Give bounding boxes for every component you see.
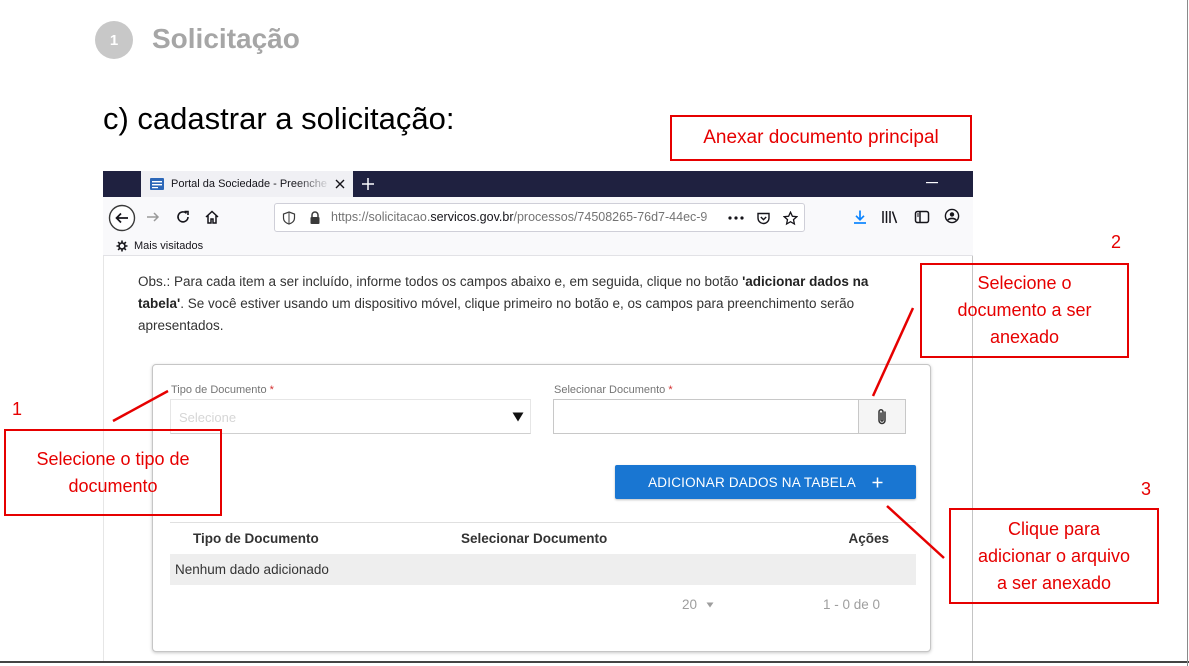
callout-3-line-1: Clique para	[1007, 518, 1101, 539]
callout-1-line-1: Selecione o tipo de	[36, 448, 190, 469]
url-text[interactable]: https://solicitacao.servicos.gov.br/proc…	[331, 210, 727, 225]
page-size-value: 20	[682, 597, 698, 612]
gear-icon[interactable]	[116, 240, 128, 252]
lock-icon[interactable]	[309, 211, 321, 225]
pocket-icon[interactable]	[756, 211, 771, 226]
column-header-actions: Ações	[848, 531, 889, 546]
callout-2-line-2: documento a ser	[957, 300, 1092, 320]
column-header-select-document: Selecionar Documento	[461, 531, 608, 546]
annotation-marker-1: 1	[12, 399, 23, 419]
slide-bottom-edge	[0, 661, 1189, 663]
table-row: Nenhum dado adicionado	[170, 554, 916, 585]
annotation-marker-2: 2	[1111, 232, 1122, 252]
bookmark-mais-visitados[interactable]: Mais visitados	[134, 239, 203, 253]
document-form-card: Tipo de Documento * Selecione Selecionar…	[152, 364, 931, 652]
step-number: 1	[109, 31, 119, 49]
web-page: Obs.: Para cada item a ser incluído, inf…	[103, 256, 973, 662]
callout-1-line-2: documento	[68, 475, 158, 496]
note-suffix: . Se você estiver usando um dispositivo …	[138, 296, 855, 333]
browser-tab-active[interactable]: Portal da Sociedade - Preenche	[141, 171, 353, 197]
slide-heading: c) cadastrar a solicitação:	[103, 101, 455, 136]
documents-table: Tipo de Documento Selecionar Documento A…	[170, 522, 916, 585]
url-scheme-subdomain: https://solicitacao.	[331, 210, 431, 224]
attach-file-button[interactable]	[859, 399, 906, 434]
slide-right-edge	[1187, 0, 1188, 666]
plus-icon	[872, 477, 883, 487]
address-bar[interactable]: https://solicitacao.servicos.gov.br/proc…	[274, 203, 805, 232]
bookmarks-bar: Mais visitados	[103, 236, 973, 256]
required-mark: *	[668, 384, 673, 396]
close-tab-icon[interactable]	[334, 178, 346, 190]
callout-2-line-1: Selecione o	[977, 273, 1072, 293]
back-icon[interactable]	[108, 204, 136, 232]
url-domain: servicos.gov.br	[430, 210, 514, 224]
annotation-main-document-label: Anexar documento principal	[703, 127, 939, 148]
caret-down-icon	[706, 602, 714, 608]
annotation-main-document: Anexar documento principal	[670, 115, 972, 161]
star-icon[interactable]	[783, 211, 798, 226]
paperclip-icon	[878, 408, 886, 424]
shield-icon[interactable]	[282, 211, 296, 225]
account-icon[interactable]	[944, 208, 960, 224]
url-path: /processos/74508265-76d7-44ec-9	[513, 210, 708, 224]
forward-icon[interactable]	[145, 209, 161, 225]
step-badge: 1	[95, 21, 133, 59]
browser-window: Portal da Sociedade - Preenche https://s…	[103, 171, 973, 662]
required-mark: *	[269, 384, 274, 396]
empty-table-message: Nenhum dado adicionado	[175, 562, 329, 577]
annotation-callout-3: Clique para adicionar o arquivo a ser an…	[949, 508, 1159, 604]
annotation-callout-1: Selecione o tipo de documento	[4, 429, 222, 516]
new-tab-icon[interactable]	[361, 177, 375, 191]
annotation-marker-3: 3	[1141, 479, 1152, 499]
document-type-label: Tipo de Documento *	[171, 384, 274, 397]
browser-toolbar: https://solicitacao.servicos.gov.br/proc…	[103, 197, 973, 236]
library-icon[interactable]	[881, 209, 898, 225]
download-icon[interactable]	[852, 209, 868, 225]
browser-tab-bar: Portal da Sociedade - Preenche	[103, 171, 973, 197]
callout-2-line-3: anexado	[989, 327, 1060, 347]
step-title: Solicitação	[152, 23, 300, 54]
add-to-table-button[interactable]: ADICIONAR DADOS NA TABELA	[615, 465, 916, 499]
select-document-label-text: Selecionar Documento	[554, 384, 666, 396]
sidebar-icon[interactable]	[914, 209, 930, 225]
minimize-window-icon[interactable]	[926, 182, 938, 184]
document-type-select[interactable]: Selecione	[170, 399, 531, 434]
pagination-range: 1 - 0 de 0	[823, 597, 881, 612]
instruction-note: Obs.: Para cada item a ser incluído, inf…	[138, 271, 908, 337]
more-actions-icon[interactable]	[728, 216, 744, 220]
select-document-input[interactable]	[553, 399, 859, 434]
site-favicon-icon	[150, 178, 164, 190]
reload-icon[interactable]	[175, 209, 191, 225]
annotation-callout-2: Selecione o documento a ser anexado	[920, 263, 1129, 358]
page-size-select[interactable]: 20	[682, 597, 718, 615]
column-header-document-type: Tipo de Documento	[193, 531, 319, 546]
callout-3-line-3: a ser anexado	[996, 572, 1112, 593]
select-document-label: Selecionar Documento *	[554, 384, 673, 397]
caret-down-icon[interactable]	[512, 412, 524, 422]
document-type-placeholder: Selecione	[179, 410, 237, 425]
note-prefix: Obs.: Para cada item a ser incluído, inf…	[138, 274, 743, 289]
callout-3-line-2: adicionar o arquivo	[977, 545, 1131, 566]
document-type-label-text: Tipo de Documento	[171, 384, 267, 396]
home-icon[interactable]	[204, 209, 220, 225]
add-to-table-button-label: ADICIONAR DADOS NA TABELA	[648, 474, 856, 490]
tab-title: Portal da Sociedade - Preenche	[171, 178, 327, 190]
